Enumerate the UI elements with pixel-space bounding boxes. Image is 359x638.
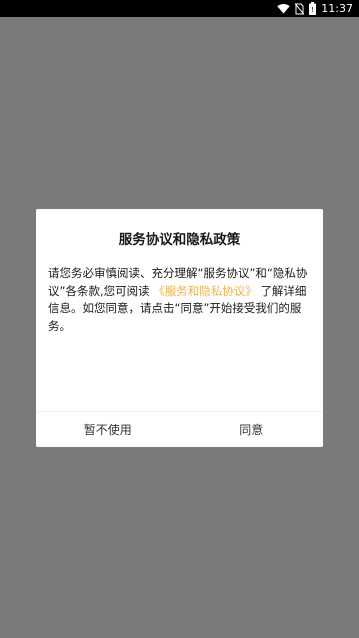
app-screen: ! 11:37 服务协议和隐私政策 请您务必审慎阅读、充分理解“服务协议”和“隐… <box>0 0 359 638</box>
svg-text:!: ! <box>311 6 314 14</box>
status-icons: ! 11:37 <box>277 1 353 16</box>
accept-button[interactable]: 同意 <box>180 412 324 447</box>
status-time: 11:37 <box>321 2 353 15</box>
privacy-policy-link[interactable]: 《服务和隐私协议》 <box>153 284 257 298</box>
wifi-icon <box>277 3 290 14</box>
battery-icon: ! <box>309 2 317 15</box>
dialog-actions: 暂不使用 同意 <box>36 412 323 447</box>
status-bar: ! 11:37 <box>0 0 359 17</box>
dialog-message: 请您务必审慎阅读、充分理解“服务协议”和“隐私协议”各条款,您可阅读 《服务和隐… <box>48 265 311 335</box>
no-sim-icon <box>295 2 305 15</box>
decline-button[interactable]: 暂不使用 <box>36 412 180 447</box>
dialog-title: 服务协议和隐私政策 <box>118 232 241 248</box>
privacy-policy-dialog: 服务协议和隐私政策 请您务必审慎阅读、充分理解“服务协议”和“隐私协议”各条款,… <box>36 209 323 447</box>
